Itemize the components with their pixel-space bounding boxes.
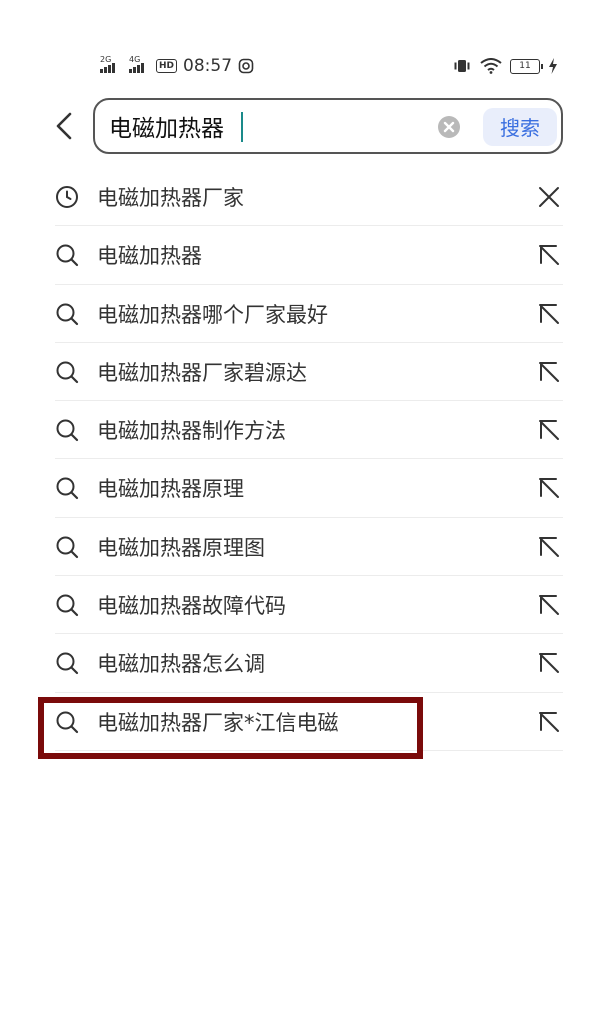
charging-icon (549, 58, 557, 74)
network-label-2g: 2G (100, 55, 112, 64)
battery-level: 11 (519, 60, 531, 71)
battery-icon: 11 (510, 58, 543, 74)
fill-query-arrow-icon[interactable] (537, 651, 561, 675)
status-right: 11 (452, 58, 558, 74)
vibrate-icon (454, 60, 470, 72)
suggestion-list: 电磁加热器厂家 电磁加热器电磁加热器哪个厂家最好 电磁加热器厂家碧源达 电磁加热器制作… (55, 168, 563, 751)
back-button[interactable] (50, 108, 80, 144)
suggestion-item[interactable]: 电磁加热器厂家碧源达 (55, 343, 563, 402)
search-header: 搜索 (0, 96, 602, 158)
search-icon (55, 593, 79, 617)
clear-button[interactable] (437, 115, 461, 139)
search-box[interactable]: 搜索 (93, 98, 563, 154)
search-icon (55, 302, 79, 326)
delete-history-icon[interactable] (537, 185, 561, 209)
fill-query-arrow-icon[interactable] (537, 302, 561, 326)
fill-query-arrow-icon[interactable] (537, 476, 561, 500)
chevron-left-icon (56, 112, 72, 140)
suggestion-item[interactable]: 电磁加热器原理图 (55, 518, 563, 577)
fill-query-arrow-icon[interactable] (537, 418, 561, 442)
hd-icon: HD (156, 59, 178, 73)
suggestion-text: 电磁加热器厂家碧源达 (97, 360, 307, 385)
fill-query-arrow-icon[interactable] (537, 593, 561, 617)
clock-time: 08:57 (183, 56, 233, 76)
fill-query-arrow-icon[interactable] (537, 243, 561, 267)
suggestion-item[interactable]: 电磁加热器哪个厂家最好 (55, 285, 563, 343)
suggestion-item[interactable]: 电磁加热器制作方法 (55, 401, 563, 460)
status-left: 2G 4G HD 08:57 (100, 55, 254, 76)
signal-4g-icon: 4G (129, 55, 144, 73)
search-icon (55, 360, 79, 384)
search-icon (55, 243, 79, 267)
suggestion-text: 电磁加热器厂家 (97, 186, 244, 210)
search-icon (55, 651, 79, 675)
search-icon (55, 710, 79, 734)
fill-query-arrow-icon[interactable] (537, 710, 561, 734)
history-item[interactable]: 电磁加热器厂家 (55, 168, 563, 227)
suggestion-item[interactable]: 电磁加热器故障代码 (55, 576, 563, 635)
suggestion-text: 电磁加热器故障代码 (97, 594, 286, 619)
suggestion-text: 电磁加热器哪个厂家最好 (97, 302, 328, 327)
suggestion-text: 电磁加热器 (97, 244, 202, 269)
search-input[interactable] (109, 110, 429, 142)
suggestion-item[interactable]: 电磁加热器怎么调 (55, 634, 563, 693)
search-icon (55, 535, 79, 559)
search-icon (55, 476, 79, 500)
search-icon (55, 418, 79, 442)
fill-query-arrow-icon[interactable] (537, 535, 561, 559)
text-caret (241, 112, 243, 142)
status-bar: 2G 4G HD 08:57 11 (0, 52, 602, 84)
clear-icon (438, 116, 460, 138)
suggestion-item[interactable]: 电磁加热器原理 (55, 459, 563, 518)
clock-icon (55, 185, 79, 209)
app-notification-icon (238, 58, 254, 74)
fill-query-arrow-icon[interactable] (537, 360, 561, 384)
suggestion-text: 电磁加热器原理 (97, 477, 244, 502)
suggestion-item[interactable]: 电磁加热器厂家*江信电磁 (55, 693, 563, 751)
search-button[interactable]: 搜索 (483, 108, 557, 146)
suggestion-text: 电磁加热器原理图 (97, 535, 265, 560)
suggestion-text: 电磁加热器怎么调 (97, 652, 265, 677)
network-label-4g: 4G (129, 55, 141, 64)
suggestion-item[interactable]: 电磁加热器 (55, 226, 563, 285)
signal-2g-icon: 2G (100, 55, 115, 73)
suggestion-text: 电磁加热器厂家*江信电磁 (97, 710, 339, 735)
suggestion-text: 电磁加热器制作方法 (97, 419, 286, 444)
wifi-icon (480, 58, 502, 74)
